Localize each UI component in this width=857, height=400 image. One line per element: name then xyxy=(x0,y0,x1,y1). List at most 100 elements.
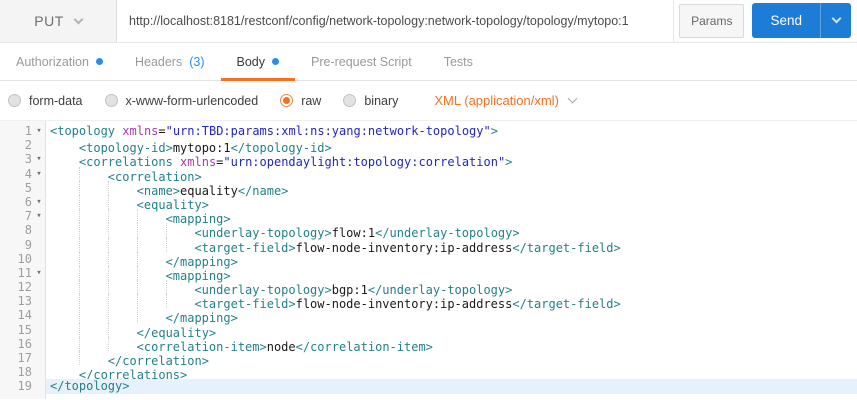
code-line[interactable]: 8 <underlay-topology>flow:1</underlay-top… xyxy=(0,223,857,241)
tab-body[interactable]: Body xyxy=(220,43,296,81)
radio-circle-icon xyxy=(343,94,357,107)
code-content: </mapping> xyxy=(46,308,857,326)
code-content: </topology> xyxy=(46,379,857,394)
indent-guide xyxy=(136,265,166,281)
code-line[interactable]: 19 </topology> xyxy=(0,379,857,394)
url-input[interactable]: http://localhost:8181/restconf/config/ne… xyxy=(117,0,675,42)
code-line[interactable]: 17 </correlation> xyxy=(0,351,857,368)
body-type-radios: form-data x-www-form-urlencoded raw binary xyxy=(8,94,420,108)
indent-guide xyxy=(136,280,166,295)
code-line[interactable]: 3 ▾ <correlations xmlns="urn:opendaylight:… xyxy=(0,152,857,169)
code-line[interactable]: 5 <name>equality</name> xyxy=(0,180,857,198)
fold-arrow-icon[interactable]: ▾ xyxy=(32,195,46,209)
code-line[interactable]: 10 </mapping> xyxy=(0,251,857,269)
radio-circle-icon xyxy=(104,94,118,107)
line-number: 9 xyxy=(24,237,32,252)
code-line[interactable]: 12 <underlay-topology>bgp:1</underlay-top… xyxy=(0,280,857,297)
indent-guide xyxy=(107,308,137,323)
indent-guide xyxy=(136,294,166,309)
line-number: 14 xyxy=(17,308,32,323)
code-line[interactable]: 15 </equality> xyxy=(0,322,857,340)
code-line[interactable]: 13 <target-field>flow-node-inventory:ip-a… xyxy=(0,294,857,311)
line-number: 16 xyxy=(17,336,32,351)
indent-guide xyxy=(107,265,137,281)
request-tabs: Authorization Headers (3) Body Pre-request S… xyxy=(0,43,857,81)
code-content: <topology-id>mytopo:1</topology-id> xyxy=(46,138,857,155)
gutter-cell: 17 xyxy=(0,351,46,365)
radio-x-www-form-urlencoded[interactable]: x-www-form-urlencoded xyxy=(104,94,258,108)
indent-guide xyxy=(107,294,137,309)
indent-guide xyxy=(107,209,137,224)
gutter-cell: 6 ▾ xyxy=(0,195,46,209)
content-type-select[interactable]: XML (application/xml) xyxy=(434,93,578,108)
gutter-cell: 14 xyxy=(0,308,46,322)
tab-authorization[interactable]: Authorization xyxy=(0,43,119,80)
indent-guide xyxy=(78,223,108,238)
line-number: 17 xyxy=(17,351,32,365)
code-content: </mapping> xyxy=(46,251,857,269)
send-options-button[interactable] xyxy=(820,3,851,38)
code-line[interactable]: 18 </correlations> xyxy=(0,365,857,382)
indent-guide xyxy=(78,265,108,281)
send-button-group: Send xyxy=(752,3,851,38)
tab-tests[interactable]: Tests xyxy=(428,43,489,80)
indent-guide xyxy=(78,322,108,337)
fold-arrow-icon[interactable]: ▾ xyxy=(32,167,46,181)
code-line[interactable]: 7 ▾ <mapping> xyxy=(0,209,857,226)
line-number: 5 xyxy=(24,180,32,195)
fold-arrow-icon[interactable]: ▾ xyxy=(32,266,46,280)
code-content: <underlay-topology>flow:1</underlay-topo… xyxy=(46,223,857,241)
radio-label: binary xyxy=(364,93,399,108)
code-line[interactable]: 2 <topology-id>mytopo:1</topology-id> xyxy=(0,138,857,155)
fold-arrow-icon[interactable]: ▾ xyxy=(32,152,46,166)
code-line[interactable]: 14 </mapping> xyxy=(0,308,857,326)
tab-headers[interactable]: Headers (3) xyxy=(119,43,221,80)
indent-guide xyxy=(50,209,79,223)
fold-arrow-icon[interactable]: ▾ xyxy=(32,209,46,223)
indent-guide xyxy=(50,138,79,152)
code-content: <correlation> xyxy=(46,166,857,184)
code-line[interactable]: 11 ▾ <mapping> xyxy=(0,265,857,283)
code-content: <target-field>flow-node-inventory:ip-add… xyxy=(46,237,857,255)
radio-form-data[interactable]: form-data xyxy=(8,94,83,108)
indent-guide xyxy=(50,152,79,166)
tab-pre-request-script[interactable]: Pre-request Script xyxy=(295,43,428,80)
radio-circle-icon xyxy=(280,94,294,107)
params-button[interactable]: Params xyxy=(679,4,745,38)
gutter-cell: 2 xyxy=(0,138,46,152)
line-number: 8 xyxy=(24,223,32,238)
line-number: 4 xyxy=(24,166,32,181)
indent-guide xyxy=(50,195,79,209)
code-line[interactable]: 9 <target-field>flow-node-inventory:ip-ad… xyxy=(0,237,857,255)
indent-guide xyxy=(107,237,137,252)
send-button[interactable]: Send xyxy=(752,3,820,38)
token-tag: > xyxy=(490,124,498,138)
indent-guide xyxy=(136,223,166,238)
indent-guide xyxy=(165,237,195,252)
indent-guide xyxy=(50,365,79,379)
code-line[interactable]: 4 ▾ <correlation> xyxy=(0,166,857,184)
tab-label: Authorization xyxy=(16,54,89,69)
fold-arrow-icon[interactable]: ▾ xyxy=(32,124,46,138)
body-type-bar: form-data x-www-form-urlencoded raw binary … xyxy=(0,81,857,121)
radio-circle-icon xyxy=(8,94,21,107)
indent-guide xyxy=(107,322,137,337)
radio-label: raw xyxy=(301,93,322,108)
indent-guide xyxy=(78,209,108,224)
gutter-cell: 16 xyxy=(0,337,46,351)
gutter-cell: 10 xyxy=(0,252,46,266)
method-select[interactable]: PUT xyxy=(0,0,117,42)
gutter-cell: 19 xyxy=(0,379,46,393)
code-editor[interactable]: 1 ▾ <topology xmlns="urn:TBD:params:xml:ns… xyxy=(0,121,857,399)
radio-raw[interactable]: raw xyxy=(280,94,321,108)
line-number: 7 xyxy=(24,209,32,224)
blue-dot-indicator xyxy=(95,58,103,65)
code-line[interactable]: 16 <correlation-item>node</correlation-it… xyxy=(0,336,857,354)
code-line[interactable]: 6 ▾ <equality> xyxy=(0,194,857,212)
radio-binary[interactable]: binary xyxy=(343,94,398,108)
tab-label: Tests xyxy=(443,54,473,69)
method-label: PUT xyxy=(34,13,64,29)
code-line[interactable]: 1 ▾ <topology xmlns="urn:TBD:params:xml:ns… xyxy=(0,124,857,138)
indent-guide xyxy=(50,351,79,365)
line-number: 15 xyxy=(17,322,32,337)
